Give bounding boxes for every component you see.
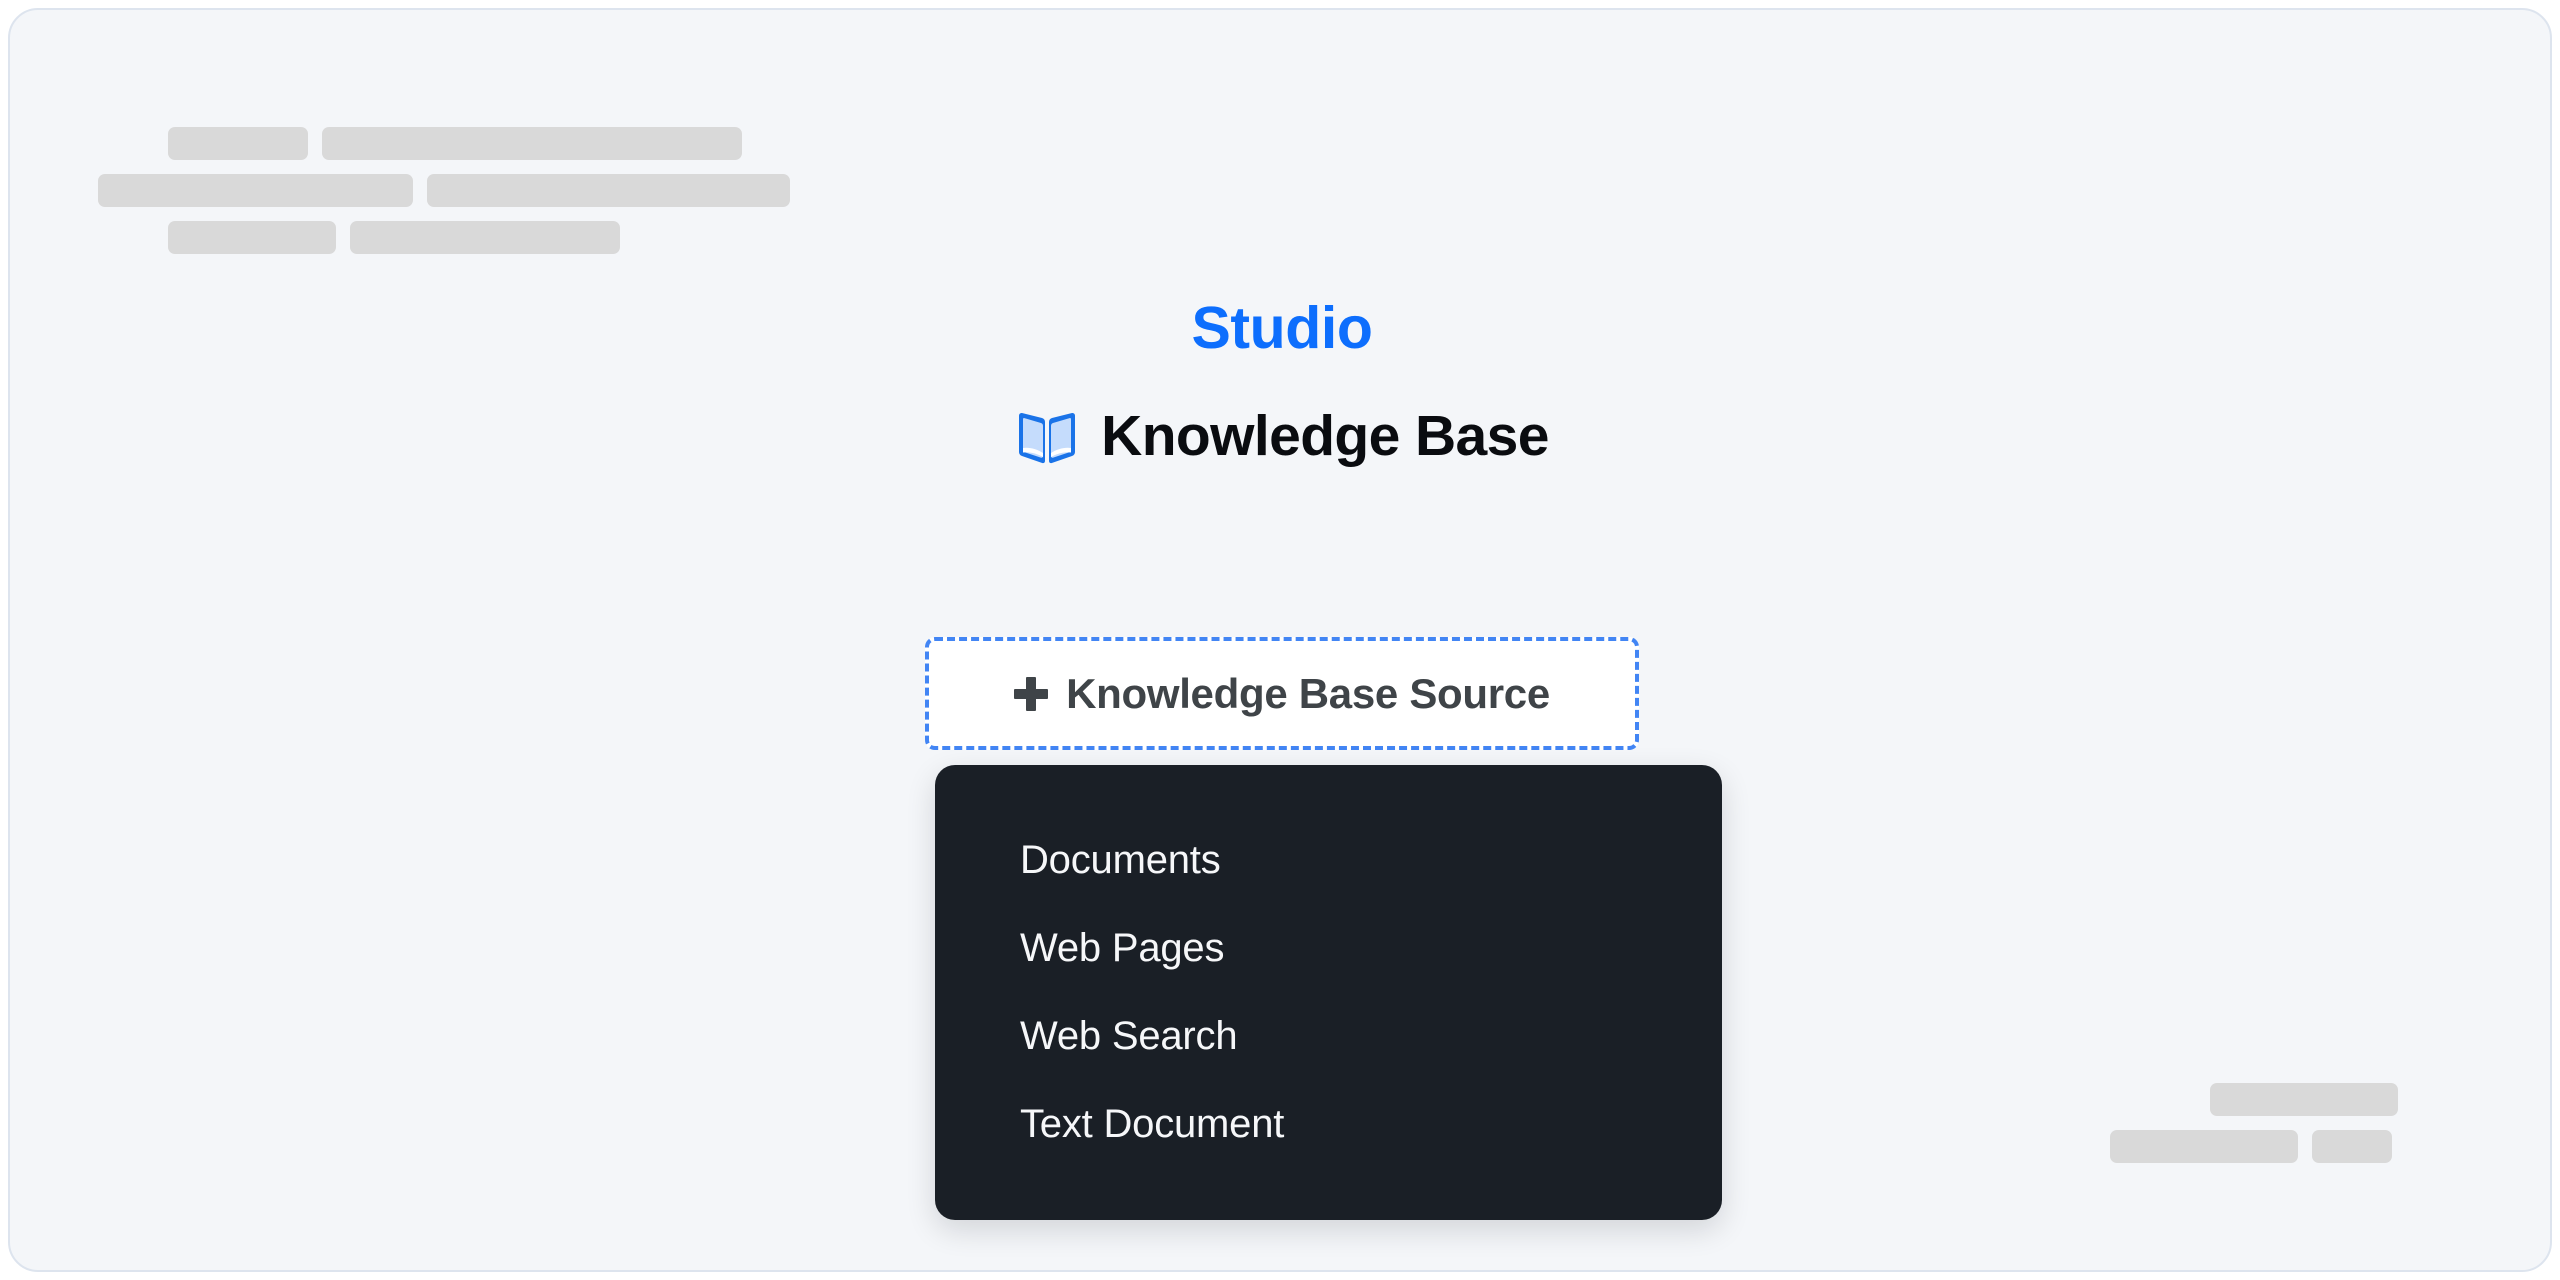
page-title: Knowledge Base xyxy=(10,403,2550,468)
page-title-label: Knowledge Base xyxy=(1101,403,1549,468)
source-type-dropdown-menu[interactable]: Documents Web Pages Web Search Text Docu… xyxy=(935,765,1722,1220)
page-card: Studio Knowledge Base Knowledge Base Sou… xyxy=(8,8,2552,1272)
plus-icon xyxy=(1014,676,1049,711)
menu-item-text-document[interactable]: Text Document xyxy=(935,1080,1722,1168)
menu-item-web-search[interactable]: Web Search xyxy=(935,993,1722,1081)
add-knowledge-base-source-button[interactable]: Knowledge Base Source xyxy=(925,637,1639,750)
menu-item-documents[interactable]: Documents xyxy=(935,817,1722,905)
main-content: Studio Knowledge Base Knowledge Base Sou… xyxy=(10,10,2550,1270)
open-book-icon xyxy=(1019,413,1076,464)
menu-item-web-pages[interactable]: Web Pages xyxy=(935,905,1722,993)
add-knowledge-base-source-label: Knowledge Base Source xyxy=(1066,669,1550,717)
screen-viewport: Studio Knowledge Base Knowledge Base Sou… xyxy=(0,0,2560,1280)
brand-title: Studio xyxy=(1191,295,1373,361)
